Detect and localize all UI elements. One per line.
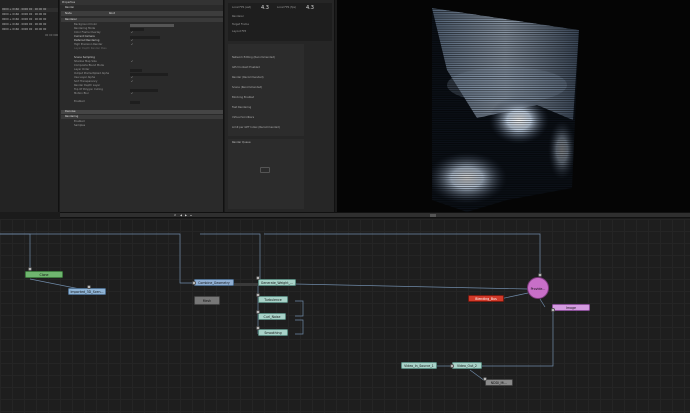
stats-box: Local FPS (est) 4.3 Local FPS (fps) 4.3 … (228, 3, 332, 41)
list-item[interactable]: 0000 + 0166 · 0000 00 · 00:00 00 (2, 23, 58, 27)
section-denoise[interactable]: Denoise (61, 110, 223, 114)
node-blending-bus[interactable]: Blending_Bus (468, 295, 504, 302)
prop-value[interactable] (130, 100, 140, 104)
node-clone[interactable]: Clone (25, 271, 63, 278)
stat-label: Target Frame (232, 23, 249, 26)
input-port[interactable] (256, 293, 260, 297)
placeholder-icon (260, 167, 270, 173)
header-value: Root (109, 12, 115, 15)
feature-button[interactable]: Virtual Scrollbars (232, 116, 254, 119)
properties-panel: Properties Render Node Root Renderer Bac… (60, 0, 224, 212)
node-smoothing[interactable]: Smoothing (258, 329, 288, 336)
node-curl-noise[interactable]: Curl_Noise (258, 313, 286, 320)
step-back-button[interactable]: ◀ (180, 214, 182, 217)
input-port[interactable] (87, 285, 91, 289)
prop-row: Motion Blur ✓ (74, 92, 224, 96)
node-video-in-source[interactable]: Video_In_Source_1 (401, 362, 437, 369)
prop-label: Enabled (74, 100, 85, 103)
node-combine-geometry[interactable]: Combine_Geometry (194, 279, 234, 286)
viewport[interactable] (337, 0, 690, 212)
node-generate-weight[interactable]: Generate_Weight_... (258, 279, 296, 286)
toolbar-toggle[interactable] (430, 214, 436, 217)
check-icon[interactable]: ✓ (131, 92, 133, 96)
file-list-panel: 0000 + 0166 · 0000 00 · 00:00 00 0000 + … (0, 0, 59, 212)
list-item[interactable]: 0000 + 0166 · 0000 00 · 00:00 00 (2, 13, 58, 17)
section-renderer[interactable]: Renderer (61, 18, 223, 22)
prop-row: Layer Depth Render Pass (74, 47, 224, 51)
node-image[interactable]: Image (552, 304, 590, 311)
properties-title: Properties (60, 0, 223, 5)
tab-render[interactable]: Render (65, 6, 74, 9)
play-button[interactable]: ▶ (185, 214, 187, 217)
input-port[interactable] (551, 308, 555, 312)
hud-title: Render Queue (232, 141, 251, 144)
feature-button[interactable]: Scene (Recommended) (232, 86, 262, 89)
feature-button[interactable]: Network Editing (Recommended) (232, 56, 275, 59)
input-port[interactable] (256, 276, 260, 280)
list-item[interactable]: 0000 + 0166 · 0000 00 · 00:00 00 (2, 28, 58, 32)
stat-value: 4.3 (306, 5, 314, 11)
prop-row: Enabled (74, 100, 224, 104)
list-tag: 00 00 000 (45, 34, 59, 37)
feature-button[interactable]: Blocking Enabled (232, 96, 254, 99)
node-output[interactable]: NDDI_Mi... (485, 379, 513, 386)
stat-label: Renderer (232, 15, 244, 18)
node-graph[interactable]: Clone Imported_3D_Scen... Combine_Geomet… (0, 219, 690, 413)
node-wires (0, 233, 554, 382)
stat-label: Local FPS (est) (232, 6, 252, 9)
stat-label: Layout FPS (232, 30, 247, 33)
input-port[interactable] (538, 273, 542, 277)
stat-value: 4.3 (261, 5, 269, 11)
feature-button[interactable]: Limit per GPT Index (Recommended) (232, 126, 280, 129)
input-port[interactable] (192, 281, 196, 285)
prop-label: Layer Depth Render Pass (74, 47, 107, 50)
section-rendering[interactable]: Rendering (61, 115, 223, 119)
input-port[interactable] (450, 364, 454, 368)
render-queue-panel: Render Queue (228, 139, 304, 209)
feature-button[interactable]: Render (Recommended) (232, 76, 264, 79)
timeline-toolbar: ⏮ ◀ ▶ ⏭ (60, 212, 690, 218)
prop-label: Samples (74, 124, 86, 127)
rewind-button[interactable]: ⏮ (174, 214, 176, 217)
input-port[interactable] (256, 326, 260, 330)
forward-button[interactable]: ⏭ (190, 214, 192, 217)
input-port[interactable] (483, 377, 487, 381)
feature-button[interactable]: Fast Rendering (232, 106, 251, 109)
input-port[interactable] (256, 310, 260, 314)
prop-row: Samples (74, 124, 224, 128)
feature-button[interactable]: GPU Context Enabled (232, 66, 260, 69)
node-mesh[interactable]: Mesh (194, 296, 220, 305)
input-port[interactable] (28, 267, 32, 271)
list-item[interactable]: 0000 + 0166 · 0000 00 · 00:00 00 (2, 18, 58, 22)
prop-label: Motion Blur (74, 92, 89, 95)
node-video-out[interactable]: Video_Out_2 (452, 362, 482, 369)
stat-label: Local FPS (fps) (277, 6, 297, 9)
node-turbulence[interactable]: Turbulence (258, 296, 288, 303)
render-preview (432, 8, 579, 212)
stats-panel: Local FPS (est) 4.3 Local FPS (fps) 4.3 … (225, 0, 335, 212)
properties-header: Node Root (61, 11, 223, 16)
list-item[interactable]: 0000 + 0166 · 0000 00 · 00:00 00 (2, 8, 58, 12)
node-provider[interactable]: Provide... (527, 277, 549, 299)
header-name: Node (65, 12, 72, 15)
feature-list: Network Editing (Recommended) GPU Contex… (228, 44, 304, 136)
node-imported-scene[interactable]: Imported_3D_Scen... (68, 288, 106, 295)
